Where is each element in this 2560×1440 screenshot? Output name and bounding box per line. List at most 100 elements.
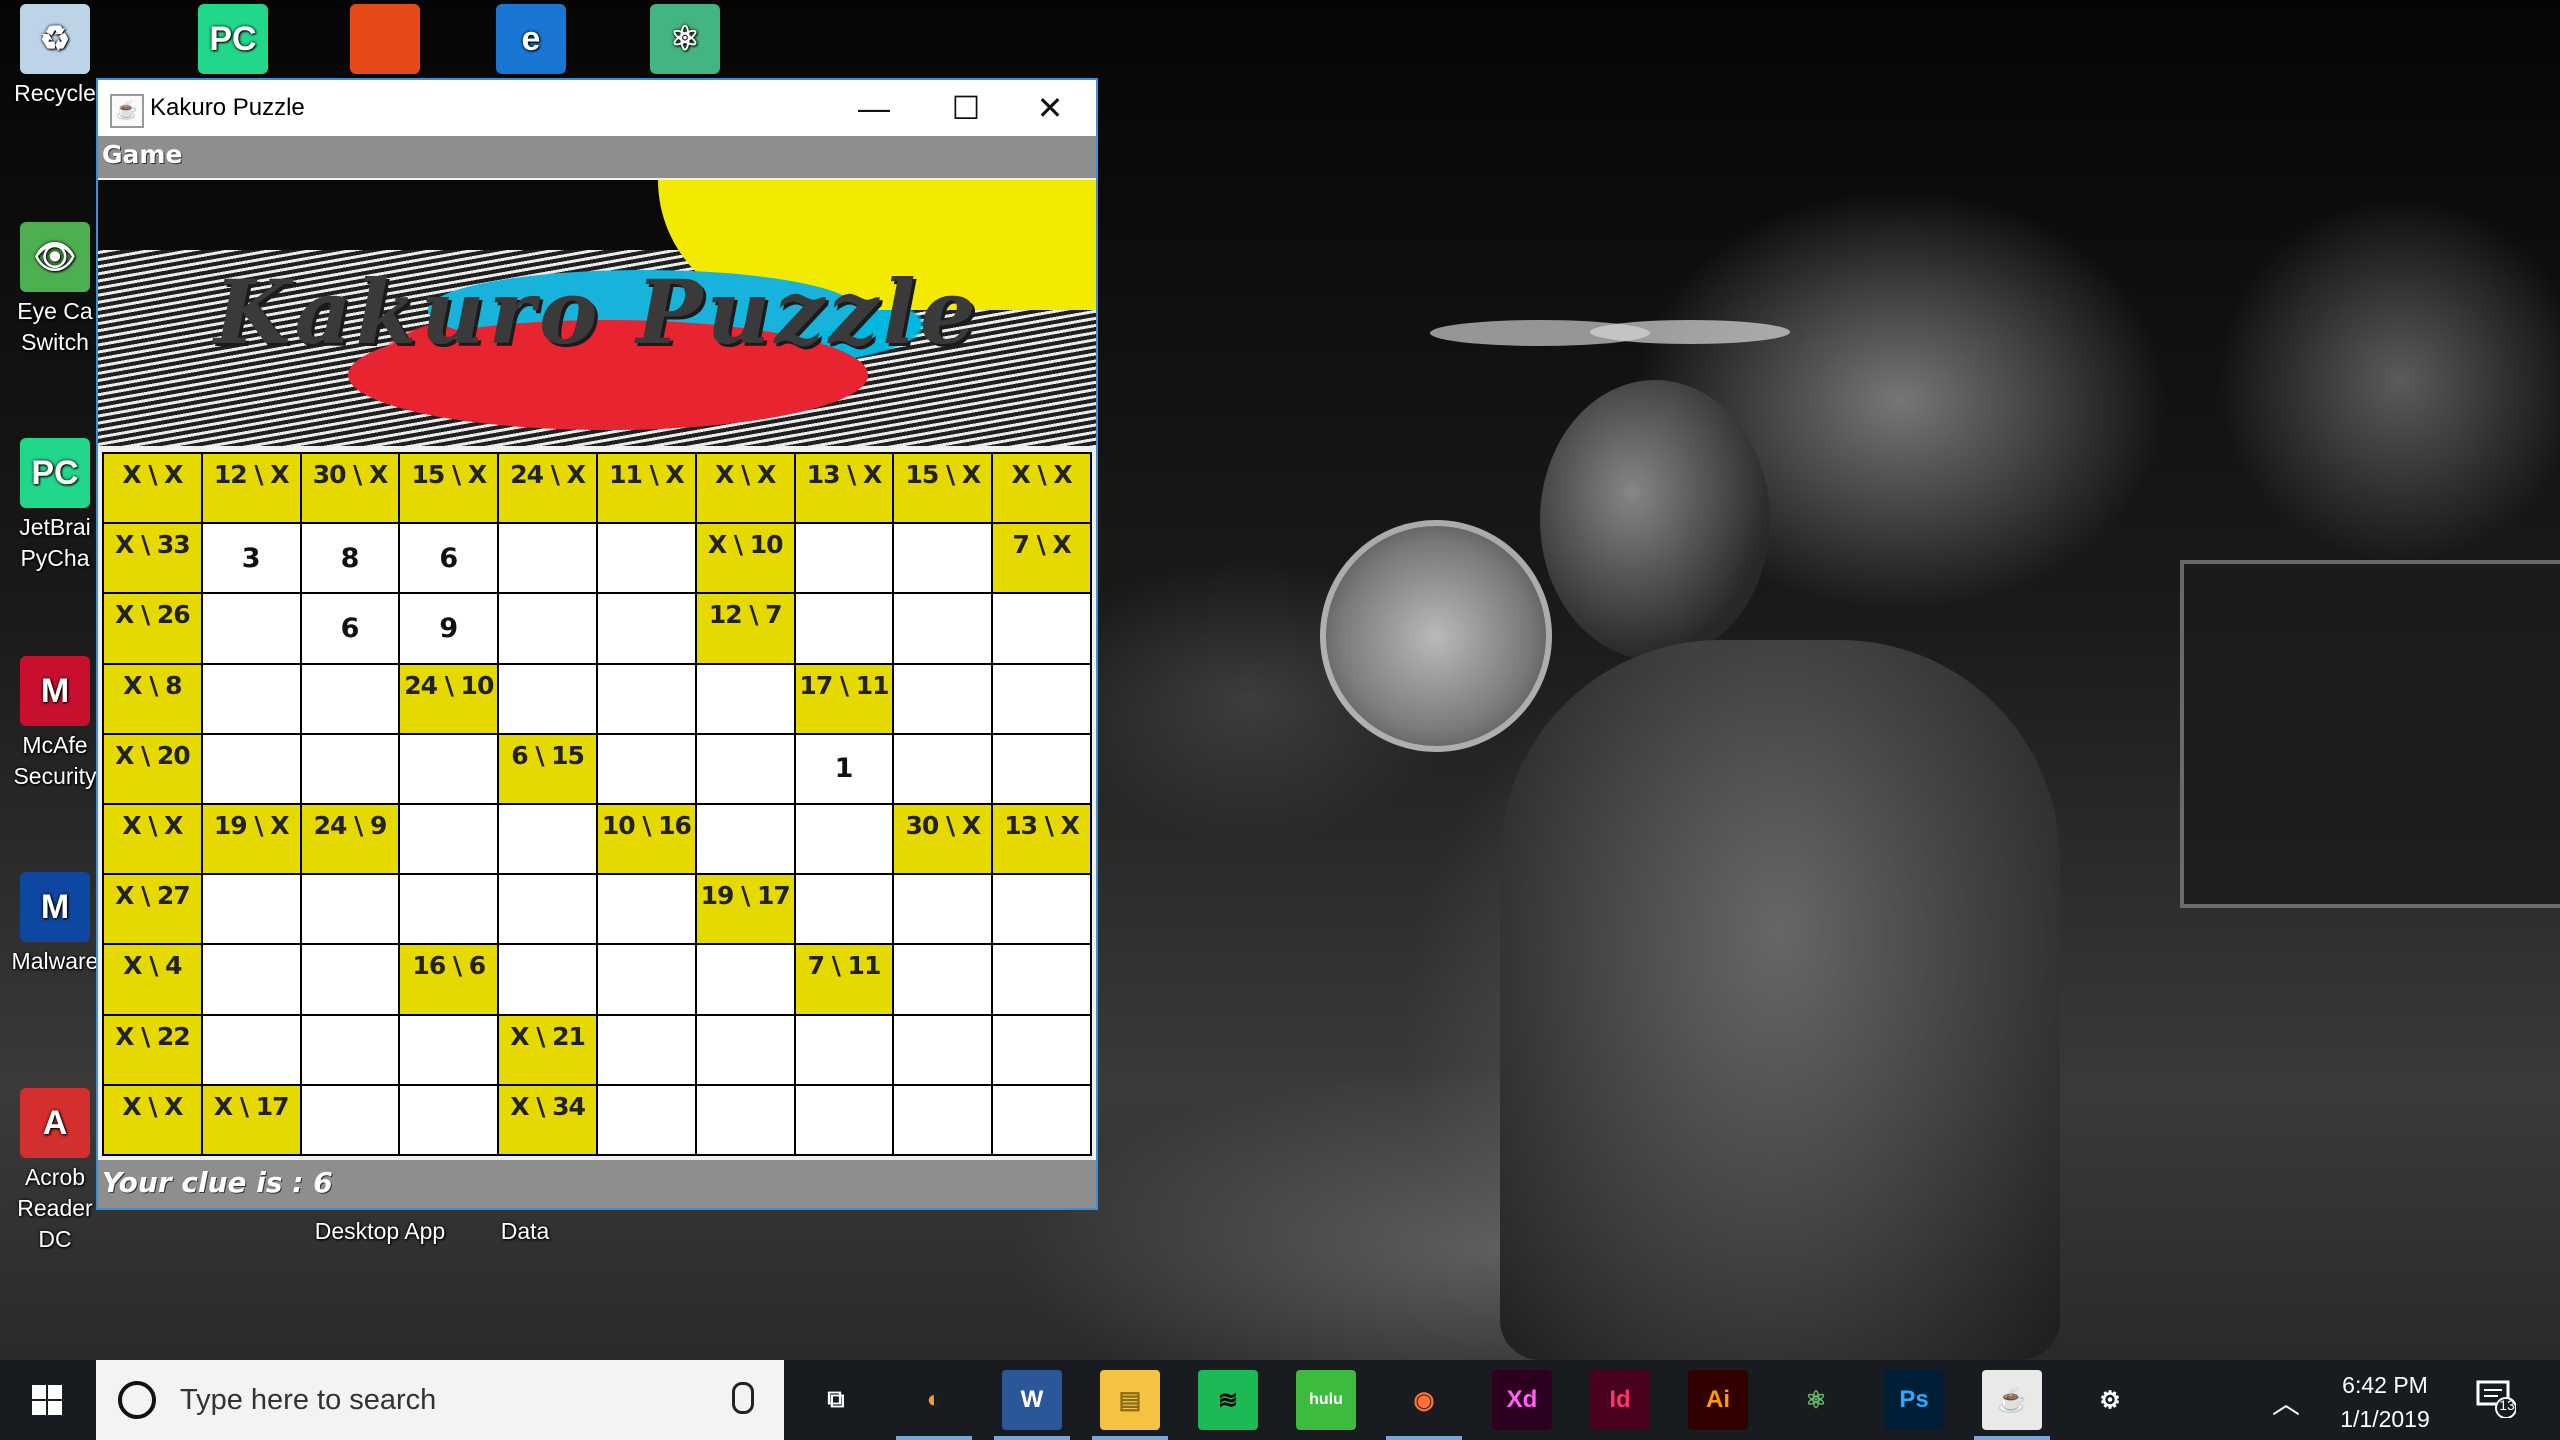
window-titlebar[interactable]: ☕ Kakuro Puzzle — ☐ ✕ — [98, 80, 1096, 136]
minimize-button[interactable]: — — [828, 80, 920, 136]
kakuro-input-cell[interactable] — [598, 945, 695, 1014]
kakuro-input-cell[interactable] — [993, 945, 1090, 1014]
taskbar-app-adobe-xd[interactable]: Xd — [1492, 1370, 1552, 1430]
kakuro-input-cell[interactable] — [301, 945, 399, 1014]
kakuro-input-cell[interactable] — [598, 524, 695, 593]
kakuro-input-cell[interactable] — [894, 875, 992, 944]
taskbar-app-illustrator[interactable]: Ai — [1688, 1370, 1748, 1430]
kakuro-input-cell[interactable] — [696, 1015, 794, 1084]
desktop-icon[interactable]: M McAfe Security — [0, 656, 110, 792]
kakuro-input-cell[interactable] — [202, 1015, 300, 1084]
kakuro-input-cell[interactable] — [202, 945, 300, 1014]
start-button[interactable] — [0, 1360, 94, 1440]
kakuro-input-cell[interactable]: 6 — [400, 524, 498, 593]
kakuro-input-cell[interactable] — [301, 664, 399, 733]
kakuro-input-cell[interactable] — [598, 875, 695, 944]
kakuro-input-cell[interactable] — [400, 804, 498, 874]
kakuro-input-cell[interactable]: 3 — [202, 524, 300, 593]
desktop-top-icon[interactable]: ⚛ — [630, 4, 740, 78]
kakuro-input-cell[interactable] — [202, 734, 300, 803]
desktop-icon[interactable]: 👁 Eye Ca Switch — [0, 222, 110, 358]
kakuro-input-cell[interactable] — [795, 804, 893, 874]
kakuro-input-cell[interactable] — [301, 1085, 399, 1154]
kakuro-input-cell[interactable] — [598, 594, 695, 663]
kakuro-input-cell[interactable] — [400, 1085, 498, 1154]
desktop-top-icon[interactable]: PC — [178, 4, 288, 78]
kakuro-input-cell[interactable] — [795, 1085, 893, 1154]
action-center-button[interactable]: 13 — [2476, 1378, 2520, 1419]
desktop-icon[interactable]: M Malware — [0, 872, 110, 977]
kakuro-input-cell[interactable] — [499, 875, 596, 944]
kakuro-input-cell[interactable] — [301, 875, 399, 944]
kakuro-input-cell[interactable]: 8 — [301, 524, 399, 593]
kakuro-input-cell[interactable] — [795, 1015, 893, 1084]
kakuro-input-cell[interactable] — [499, 594, 596, 663]
desktop-icon-data[interactable]: Data — [470, 1216, 580, 1247]
kakuro-input-cell[interactable] — [795, 594, 893, 663]
kakuro-input-cell[interactable] — [894, 664, 992, 733]
taskbar-app-hulu[interactable]: hulu — [1296, 1370, 1356, 1430]
kakuro-input-cell[interactable] — [301, 1015, 399, 1084]
kakuro-input-cell[interactable] — [993, 734, 1090, 803]
taskbar-app-photoshop[interactable]: Ps — [1884, 1370, 1944, 1430]
kakuro-input-cell[interactable] — [598, 1085, 695, 1154]
kakuro-input-cell[interactable] — [894, 945, 992, 1014]
kakuro-input-cell[interactable] — [598, 734, 695, 803]
desktop-top-icon[interactable]: e — [476, 4, 586, 78]
menu-game[interactable]: Game — [102, 140, 182, 169]
desktop-icon[interactable]: PC JetBrai PyCha — [0, 438, 110, 574]
kakuro-input-cell[interactable] — [400, 734, 498, 803]
desktop-icon-desktop-app[interactable]: Desktop App — [300, 1216, 460, 1247]
close-button[interactable]: ✕ — [1004, 80, 1096, 136]
kakuro-input-cell[interactable] — [400, 1015, 498, 1084]
kakuro-input-cell[interactable] — [696, 804, 794, 874]
taskbar-app-java[interactable]: ☕ — [1982, 1370, 2042, 1430]
kakuro-input-cell[interactable] — [499, 664, 596, 733]
desktop-icon[interactable]: A Acrob Reader DC — [0, 1088, 110, 1255]
desktop-top-icon[interactable] — [330, 4, 440, 78]
taskbar-app-spotify[interactable]: ≋ — [1198, 1370, 1258, 1430]
kakuro-input-cell[interactable]: 1 — [795, 734, 893, 803]
kakuro-input-cell[interactable] — [696, 1085, 794, 1154]
kakuro-input-cell[interactable] — [499, 945, 596, 1014]
kakuro-input-cell[interactable] — [598, 664, 695, 733]
kakuro-input-cell[interactable] — [598, 1015, 695, 1084]
kakuro-input-cell[interactable] — [400, 875, 498, 944]
kakuro-input-cell[interactable] — [499, 804, 596, 874]
kakuro-input-cell[interactable] — [202, 875, 300, 944]
kakuro-input-cell[interactable] — [301, 734, 399, 803]
kakuro-input-cell[interactable]: 9 — [400, 594, 498, 663]
kakuro-input-cell[interactable] — [795, 875, 893, 944]
taskbar-app-word[interactable]: W — [1002, 1370, 1062, 1430]
kakuro-input-cell[interactable] — [894, 594, 992, 663]
kakuro-input-cell[interactable] — [993, 594, 1090, 663]
kakuro-input-cell[interactable] — [993, 1015, 1090, 1084]
kakuro-input-cell[interactable] — [202, 664, 300, 733]
microphone-icon[interactable] — [732, 1382, 754, 1414]
kakuro-input-cell[interactable] — [993, 664, 1090, 733]
taskbar-app-atom[interactable]: ⚛ — [1786, 1370, 1846, 1430]
desktop-icon[interactable]: ♻ Recycle — [0, 4, 110, 109]
taskbar-app-settings[interactable]: ⚙ — [2080, 1370, 2140, 1430]
kakuro-input-cell[interactable] — [894, 524, 992, 593]
taskbar-search-box[interactable]: Type here to search — [96, 1360, 784, 1440]
maximize-button[interactable]: ☐ — [920, 80, 1012, 136]
kakuro-input-cell[interactable] — [993, 1085, 1090, 1154]
taskbar-clock[interactable]: 6:42 PM 1/1/2019 — [2310, 1368, 2460, 1436]
kakuro-input-cell[interactable] — [795, 524, 893, 593]
show-hidden-icons-chevron-icon[interactable]: ︿ — [2272, 1382, 2300, 1422]
kakuro-input-cell[interactable] — [696, 945, 794, 1014]
kakuro-input-cell[interactable] — [499, 524, 596, 593]
kakuro-input-cell[interactable] — [894, 734, 992, 803]
taskbar-app-eclipse[interactable]: ◐ — [904, 1370, 964, 1430]
kakuro-input-cell[interactable] — [894, 1015, 992, 1084]
taskbar-app-indesign[interactable]: Id — [1590, 1370, 1650, 1430]
kakuro-input-cell[interactable] — [894, 1085, 992, 1154]
kakuro-input-cell[interactable] — [696, 734, 794, 803]
taskbar-app-task-view[interactable]: ⧉ — [806, 1370, 866, 1430]
kakuro-input-cell[interactable] — [993, 875, 1090, 944]
kakuro-input-cell[interactable] — [696, 664, 794, 733]
taskbar-app-firefox[interactable]: ◉ — [1394, 1370, 1454, 1430]
kakuro-input-cell[interactable]: 6 — [301, 594, 399, 663]
taskbar-app-file-explorer[interactable]: ▤ — [1100, 1370, 1160, 1430]
